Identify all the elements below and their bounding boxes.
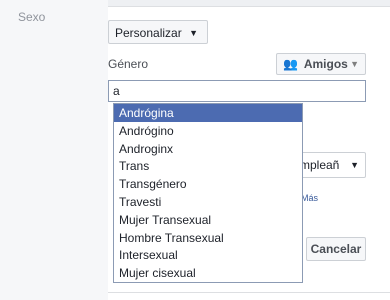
suggestion-item[interactable]: Trans [114, 157, 302, 175]
audience-selector-button[interactable]: 👥 Amigos ▼ [276, 53, 366, 75]
suggestion-item[interactable]: Travesti [114, 193, 302, 211]
suggestion-item[interactable]: Intersexual [114, 246, 302, 264]
cancel-button[interactable]: Cancelar [306, 237, 366, 261]
more-link[interactable]: Más [301, 193, 318, 203]
suggestion-item[interactable]: Transgénero [114, 175, 302, 193]
gender-label: Género [108, 57, 149, 71]
birthday-select-value: mpleañ [300, 158, 340, 172]
gender-input[interactable]: a [108, 80, 366, 102]
sexo-label: Sexo [18, 10, 46, 24]
birthday-select[interactable]: mpleañ ▼ [296, 152, 366, 178]
audience-label: Amigos [303, 57, 348, 71]
top-divider [108, 0, 390, 7]
friends-icon: 👥 [283, 57, 298, 71]
suggestion-item[interactable]: Andrógino [114, 122, 302, 140]
gender-suggestions-dropdown: Andrógina Andrógino Androginx Trans Tran… [113, 103, 303, 283]
chevron-down-icon: ▼ [189, 28, 198, 38]
chevron-down-icon: ▼ [350, 59, 359, 69]
chevron-down-icon: ▼ [350, 153, 359, 177]
sex-select[interactable]: Personalizar ▼ [108, 20, 208, 44]
suggestion-item[interactable]: Mujer Transexual [114, 211, 302, 229]
suggestion-item[interactable]: Mujer cisexual [114, 264, 302, 282]
suggestion-item[interactable]: Andrógina [114, 104, 302, 122]
suggestion-item[interactable]: Hombre Transexual [114, 229, 302, 247]
sex-select-value: Personalizar [115, 26, 182, 40]
label-column: Sexo [0, 0, 108, 300]
suggestion-item[interactable]: Androginx [114, 140, 302, 158]
bottom-divider [108, 292, 390, 293]
